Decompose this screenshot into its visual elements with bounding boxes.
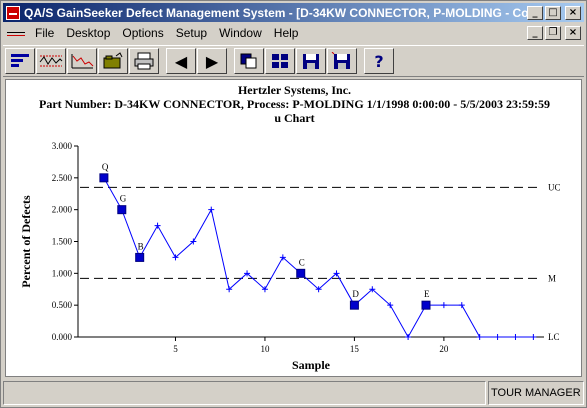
title-bar[interactable]: QA/S GainSeeker Defect Management System… — [3, 3, 584, 22]
grid-icon — [272, 54, 288, 68]
data-point — [512, 334, 519, 340]
mdi-buttons: _ ❐ × — [527, 26, 584, 40]
menu-options[interactable]: Options — [116, 26, 169, 40]
flagged-point — [117, 205, 127, 215]
x-tick-label: 20 — [439, 344, 449, 354]
control-chart-icon — [71, 54, 94, 69]
mdi-close-button[interactable]: × — [565, 26, 581, 40]
menu-help[interactable]: Help — [268, 26, 305, 40]
left-arrow-icon: ◀ — [174, 51, 188, 71]
y-axis-label: Percent of Defects — [19, 195, 33, 288]
copy-icon — [240, 53, 257, 69]
flagged-point — [296, 268, 306, 278]
printer-icon — [134, 52, 154, 70]
copy-tool-button[interactable] — [234, 48, 264, 74]
save-tool-button[interactable] — [296, 48, 326, 74]
x-tick-label: 15 — [350, 344, 360, 354]
flagged-point-label: B — [138, 241, 144, 251]
flagged-point-label: Q — [102, 162, 109, 172]
flagged-point — [99, 173, 109, 183]
data-point — [154, 222, 161, 229]
app-window: QA/S GainSeeker Defect Management System… — [0, 0, 587, 408]
y-tick-label: 0.500 — [52, 300, 73, 310]
window-title: QA/S GainSeeker Defect Management System… — [24, 5, 527, 20]
save-as-icon — [331, 52, 350, 69]
help-button[interactable]: ? — [364, 48, 394, 74]
y-tick-label: 1.000 — [52, 268, 73, 278]
data-series-line — [103, 177, 534, 339]
y-tick-label: 3.000 — [52, 141, 73, 151]
toolbar: ◀ ▶ ? — [3, 45, 584, 77]
menu-window[interactable]: Window — [213, 26, 268, 40]
data-point — [405, 334, 412, 340]
trend-chart-tool-button[interactable] — [36, 48, 66, 74]
flagged-point-label: E — [424, 289, 430, 299]
u-chart[interactable]: 0.000 0.500 1.000 1.500 2.000 2.500 3.000 5 10 15… — [6, 80, 583, 378]
mdi-minimize-button[interactable]: _ — [527, 26, 543, 40]
open-folder-icon — [103, 52, 123, 69]
y-tick-label: 1.500 — [52, 237, 73, 247]
app-icon[interactable] — [6, 5, 20, 20]
menu-setup[interactable]: Setup — [170, 26, 213, 40]
open-folder-tool-button[interactable] — [98, 48, 128, 74]
print-tool-button[interactable] — [129, 48, 159, 74]
lcl-label: LC — [548, 332, 560, 342]
y-tick-label: 2.500 — [52, 173, 73, 183]
status-message — [3, 381, 486, 405]
data-point — [476, 334, 483, 340]
menu-file[interactable]: File — [29, 26, 60, 40]
y-tick-label: 2.000 — [52, 205, 73, 215]
data-point — [458, 302, 465, 309]
ucl-label: UC — [548, 182, 561, 192]
menu-desktop[interactable]: Desktop — [60, 26, 116, 40]
flagged-point — [421, 300, 431, 310]
histogram-icon — [11, 54, 29, 67]
flagged-point-label: D — [352, 289, 359, 299]
histogram-tool-button[interactable] — [5, 48, 35, 74]
help-icon: ? — [374, 51, 384, 71]
flagged-point — [135, 252, 145, 262]
right-arrow-icon: ▶ — [205, 51, 219, 71]
data-point — [494, 334, 501, 340]
save-as-tool-button[interactable] — [327, 48, 357, 74]
mdi-restore-button[interactable]: ❐ — [545, 26, 561, 40]
y-tick-label: 0.000 — [52, 332, 73, 342]
x-axis-label: Sample — [292, 358, 331, 372]
x-tick-label: 10 — [260, 344, 270, 354]
flagged-point-label: C — [299, 257, 305, 267]
data-point — [208, 206, 215, 213]
save-icon — [303, 54, 319, 69]
next-button[interactable]: ▶ — [197, 48, 227, 74]
close-button[interactable]: × — [565, 5, 581, 20]
x-tick-label: 5 — [173, 344, 178, 354]
status-user: TOUR MANAGER — [488, 381, 584, 405]
flagged-point-label: G — [120, 194, 127, 204]
minimize-button[interactable]: _ — [527, 5, 543, 20]
maximize-button[interactable]: □ — [545, 5, 561, 20]
data-point — [530, 334, 537, 340]
menu-bar: File Desktop Options Setup Window Help _… — [3, 23, 584, 43]
mean-label: M — [548, 273, 556, 283]
previous-button[interactable]: ◀ — [166, 48, 196, 74]
flagged-point — [349, 300, 359, 310]
document-icon[interactable] — [7, 27, 25, 39]
control-chart-tool-button[interactable] — [67, 48, 97, 74]
chart-panel[interactable]: Hertzler Systems, Inc. Part Number: D-34… — [5, 79, 582, 377]
grid-tool-button[interactable] — [265, 48, 295, 74]
data-point — [440, 302, 447, 309]
status-bar: TOUR MANAGER — [3, 381, 584, 405]
trend-chart-icon — [39, 55, 63, 67]
